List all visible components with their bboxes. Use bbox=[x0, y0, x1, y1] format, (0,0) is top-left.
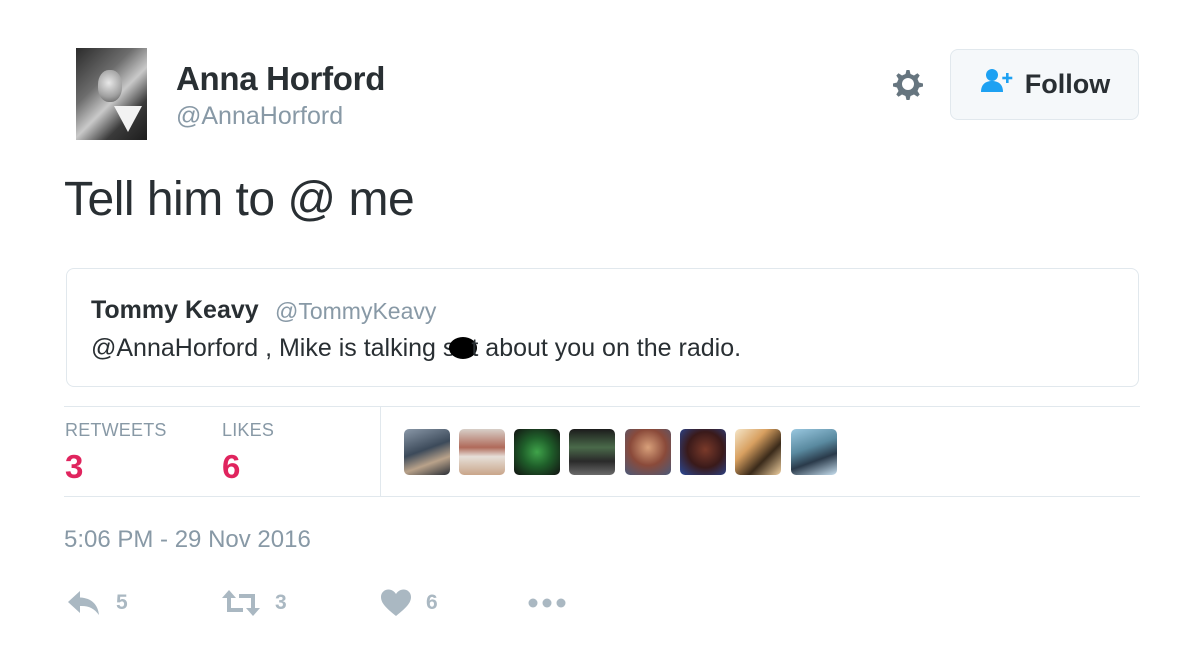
author-handle[interactable]: @AnnaHorford bbox=[176, 102, 343, 131]
like-button[interactable]: 6 bbox=[380, 586, 438, 620]
divider bbox=[64, 406, 1140, 407]
likes-label[interactable]: LIKES bbox=[222, 420, 274, 441]
retweets-count[interactable]: 3 bbox=[65, 448, 83, 486]
divider bbox=[380, 407, 381, 496]
quoted-text: @AnnaHorford , Mike is talking s t about … bbox=[91, 334, 741, 363]
liker-avatar[interactable] bbox=[404, 429, 450, 475]
author-name[interactable]: Anna Horford bbox=[176, 60, 385, 98]
quoted-author-handle: @TommyKeavy bbox=[275, 298, 437, 324]
heart-icon bbox=[380, 588, 412, 618]
tweet-timestamp[interactable]: 5:06 PM - 29 Nov 2016 bbox=[64, 526, 311, 554]
liker-avatar[interactable] bbox=[514, 429, 560, 475]
likes-count[interactable]: 6 bbox=[222, 448, 240, 486]
reply-button[interactable]: 5 bbox=[66, 586, 128, 620]
follow-button[interactable]: Follow bbox=[950, 49, 1139, 120]
divider bbox=[64, 496, 1140, 497]
liker-avatar[interactable] bbox=[791, 429, 837, 475]
avatar-collar bbox=[114, 106, 142, 132]
reply-count: 5 bbox=[116, 591, 128, 614]
liker-avatar[interactable] bbox=[459, 429, 505, 475]
liker-avatar[interactable] bbox=[625, 429, 671, 475]
liker-avatar[interactable] bbox=[680, 429, 726, 475]
follow-label: Follow bbox=[1024, 69, 1111, 99]
avatar-face bbox=[98, 70, 122, 102]
gear-icon[interactable] bbox=[888, 64, 928, 104]
liker-avatar[interactable] bbox=[569, 429, 615, 475]
more-button[interactable] bbox=[527, 586, 567, 620]
quoted-author-name: Tommy Keavy bbox=[91, 296, 259, 324]
more-icon bbox=[527, 597, 567, 609]
like-count: 6 bbox=[426, 591, 438, 614]
quoted-text-before: @AnnaHorford , Mike is talking s bbox=[91, 334, 456, 362]
quoted-tweet[interactable]: Tommy Keavy @TommyKeavy @AnnaHorford , M… bbox=[66, 268, 1139, 387]
retweet-button[interactable]: 3 bbox=[221, 586, 287, 620]
tweet-card: Anna Horford @AnnaHorford Follow Tell hi… bbox=[0, 0, 1200, 653]
add-user-icon bbox=[979, 66, 1015, 103]
reply-icon bbox=[66, 588, 102, 618]
retweets-label[interactable]: RETWEETS bbox=[65, 420, 167, 441]
retweet-icon bbox=[221, 588, 261, 618]
tweet-text: Tell him to @ me bbox=[64, 173, 415, 226]
retweet-count: 3 bbox=[275, 591, 287, 614]
liker-avatar[interactable] bbox=[735, 429, 781, 475]
quoted-text-after: t about you on the radio. bbox=[471, 334, 742, 362]
avatar[interactable] bbox=[76, 48, 147, 140]
